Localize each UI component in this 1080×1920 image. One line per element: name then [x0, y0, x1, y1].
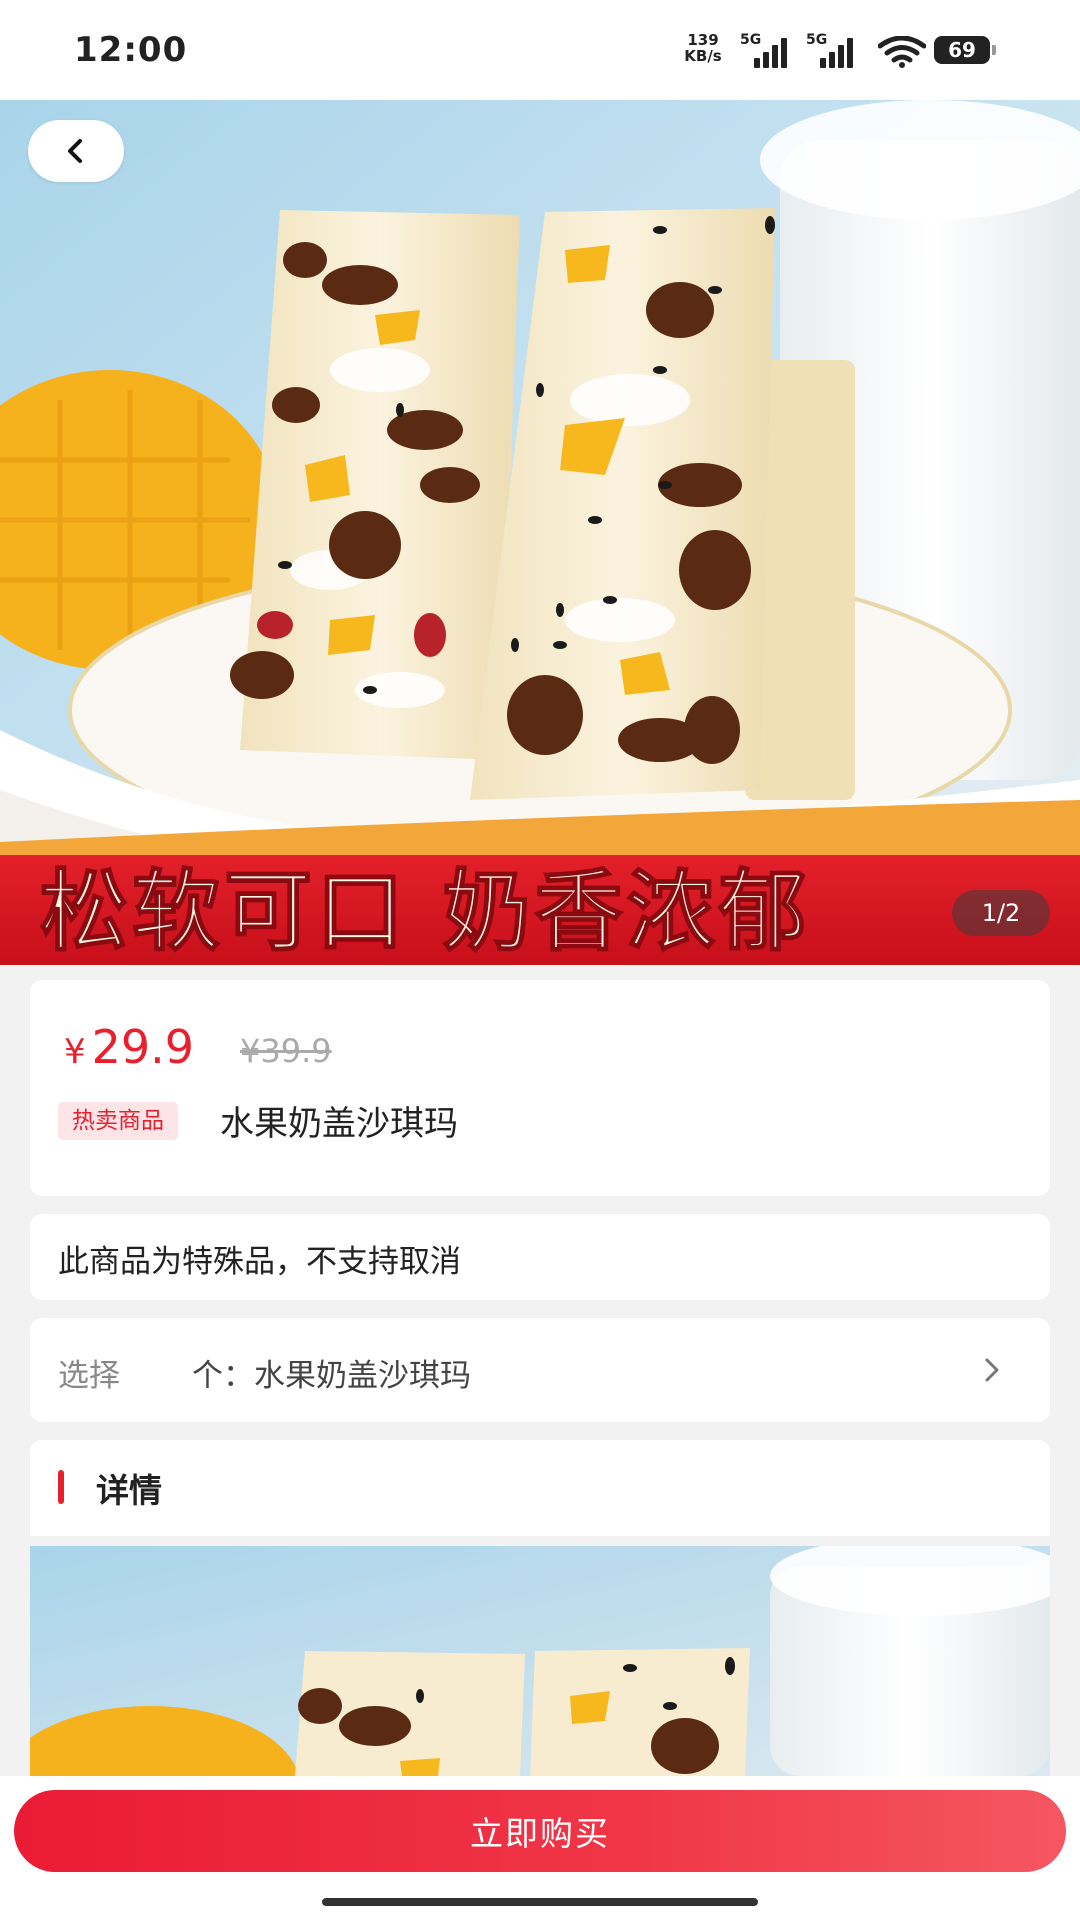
section-marker: [58, 1470, 64, 1504]
network-speed-value: 139: [687, 31, 719, 49]
banner-text: 松软可口 奶香浓郁: [40, 860, 811, 963]
select-label: 选择: [58, 1358, 120, 1394]
current-price: ¥29.9: [64, 1020, 194, 1074]
notice-card: 此商品为特殊品，不支持取消: [30, 1214, 1050, 1300]
product-title: 水果奶盖沙琪玛: [220, 1104, 458, 1144]
spec-selector-row[interactable]: 选择 个：水果奶盖沙琪玛: [30, 1318, 1050, 1422]
wifi-icon: [878, 36, 926, 68]
product-photo: 松软可口 奶香浓郁: [0, 100, 1080, 965]
detail-product-photo: [30, 1546, 1050, 1776]
product-image-carousel[interactable]: 松软可口 奶香浓郁 1/2: [0, 100, 1080, 965]
home-indicator[interactable]: [322, 1898, 758, 1906]
hot-sale-badge: 热卖商品: [58, 1102, 178, 1140]
original-price: ¥39.9: [240, 1032, 332, 1070]
currency-symbol: ¥: [64, 1032, 86, 1072]
status-time: 12:00: [74, 30, 188, 70]
back-button[interactable]: [28, 120, 124, 182]
bottom-action-bar: 立即购买: [0, 1776, 1080, 1920]
price-value: 29.9: [91, 1020, 195, 1074]
notice-text: 此商品为特殊品，不支持取消: [58, 1244, 461, 1280]
battery-icon: 69: [934, 36, 996, 64]
signal-sim1-icon: 5G: [740, 32, 790, 68]
status-bar: 12:00 139 KB/s 5G 5G 69: [0, 0, 1080, 100]
signal-sim2-icon: 5G: [806, 32, 856, 68]
details-section-header: 详情: [30, 1440, 1050, 1536]
selected-spec: 个：水果奶盖沙琪玛: [192, 1358, 471, 1394]
network-speed-unit: KB/s: [684, 47, 722, 65]
network-speed: 139 KB/s: [676, 32, 730, 64]
chevron-left-icon: [68, 139, 82, 163]
carousel-page-indicator: 1/2: [952, 890, 1050, 936]
details-title: 详情: [96, 1471, 162, 1510]
detail-image: [30, 1546, 1050, 1776]
product-info-card: ¥29.9 ¥39.9 热卖商品 水果奶盖沙琪玛: [30, 980, 1050, 1196]
chevron-right-icon: [985, 1358, 999, 1382]
buy-now-button[interactable]: 立即购买: [14, 1790, 1066, 1872]
